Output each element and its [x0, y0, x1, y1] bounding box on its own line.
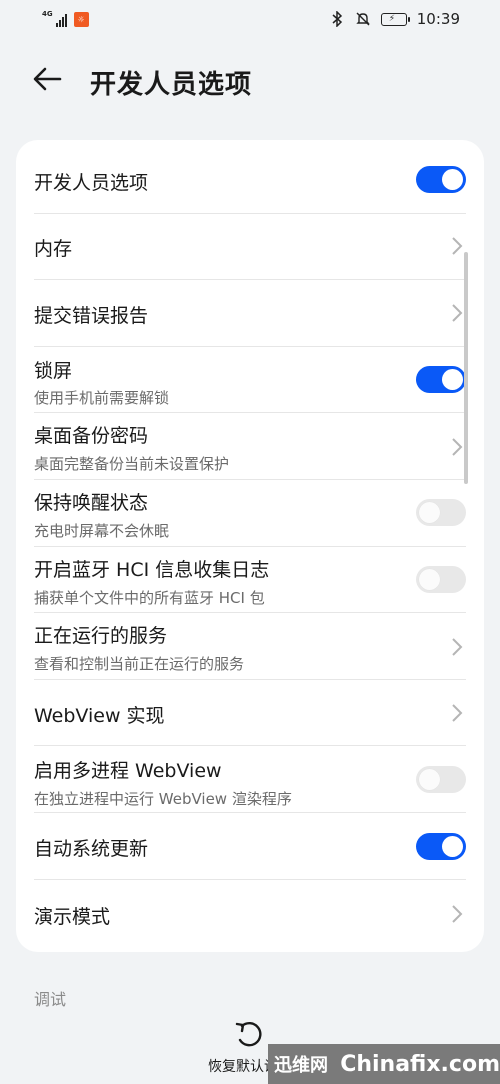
notification-app-icon: ☼: [73, 12, 89, 27]
scrollbar[interactable]: [464, 252, 468, 484]
setting-subtitle: 桌面完整备份当前未设置保护: [34, 455, 230, 473]
developer-options-switch[interactable]: [416, 166, 466, 193]
bluetooth-icon: [332, 11, 342, 27]
mute-bell-icon: [356, 12, 370, 26]
setting-subtitle: 捕获单个文件中的所有蓝牙 HCI 包: [34, 589, 265, 607]
watermark-en: Chinafix.com: [340, 1051, 500, 1077]
battery-icon: ⚡: [380, 12, 410, 26]
back-arrow-icon: [33, 67, 62, 91]
setting-title: 保持唤醒状态: [34, 492, 149, 514]
status-bar: 4G ☼ ⚡ 10:39: [0, 0, 500, 40]
page-title: 开发人员选项: [90, 70, 253, 100]
setting-bug-report[interactable]: 提交错误报告: [16, 280, 484, 347]
status-bar-left: 4G ☼: [42, 11, 89, 27]
network-type: 4G: [42, 10, 53, 18]
screen-lock-switch[interactable]: [416, 366, 466, 393]
setting-developer-options[interactable]: 开发人员选项: [16, 140, 484, 214]
restore-icon: [235, 1022, 262, 1047]
setting-title: 桌面备份密码: [34, 425, 149, 447]
setting-title: 开发人员选项: [34, 172, 149, 194]
title-bar: 开发人员选项: [0, 52, 500, 108]
section-header-debug: 调试: [34, 990, 67, 1009]
setting-screen-lock[interactable]: 锁屏 使用手机前需要解锁: [16, 347, 484, 413]
setting-multiprocess-webview[interactable]: 启用多进程 WebView 在独立进程中运行 WebView 渲染程序: [16, 746, 484, 813]
setting-subtitle: 充电时屏幕不会休眠: [34, 522, 170, 540]
setting-title: WebView 实现: [34, 705, 165, 727]
setting-webview-implementation[interactable]: WebView 实现: [16, 680, 484, 746]
chevron-right-icon: [452, 304, 463, 322]
setting-desktop-backup-password[interactable]: 桌面备份密码 桌面完整备份当前未设置保护: [16, 413, 484, 480]
setting-running-services[interactable]: 正在运行的服务 查看和控制当前正在运行的服务: [16, 613, 484, 680]
status-time: 10:39: [416, 10, 460, 28]
setting-subtitle: 查看和控制当前正在运行的服务: [34, 655, 245, 673]
signal-icon: [55, 14, 67, 27]
chevron-right-icon: [452, 438, 463, 456]
auto-system-update-switch[interactable]: [416, 833, 466, 860]
setting-title: 演示模式: [34, 906, 111, 928]
watermark-cn: 迅维网: [274, 1055, 328, 1076]
setting-demo-mode[interactable]: 演示模式: [16, 880, 484, 952]
watermark: 迅维网 Chinafix.com: [268, 1044, 500, 1084]
setting-title: 开启蓝牙 HCI 信息收集日志: [34, 559, 270, 581]
setting-title: 自动系统更新: [34, 838, 149, 860]
setting-title: 提交错误报告: [34, 305, 149, 327]
status-bar-right: ⚡ 10:39: [329, 10, 460, 28]
settings-card: 开发人员选项 内存 提交错误报告 锁屏 使用手机前需要解锁 桌面备份密码 桌面完…: [16, 140, 484, 952]
stay-awake-switch[interactable]: [416, 499, 466, 526]
setting-auto-system-update[interactable]: 自动系统更新: [16, 813, 484, 880]
setting-subtitle: 在独立进程中运行 WebView 渲染程序: [34, 790, 292, 808]
bluetooth-hci-log-switch[interactable]: [416, 566, 466, 593]
chevron-right-icon: [452, 237, 463, 255]
chevron-right-icon: [452, 905, 463, 923]
back-button[interactable]: [30, 64, 70, 96]
multiprocess-webview-switch[interactable]: [416, 766, 466, 793]
setting-memory[interactable]: 内存: [16, 214, 484, 280]
chevron-right-icon: [452, 638, 463, 656]
setting-bluetooth-hci-log[interactable]: 开启蓝牙 HCI 信息收集日志 捕获单个文件中的所有蓝牙 HCI 包: [16, 547, 484, 613]
setting-title: 锁屏: [34, 360, 73, 382]
setting-title: 内存: [34, 238, 73, 260]
setting-title: 正在运行的服务: [34, 625, 168, 647]
setting-subtitle: 使用手机前需要解锁: [34, 389, 170, 407]
chevron-right-icon: [452, 704, 463, 722]
setting-stay-awake[interactable]: 保持唤醒状态 充电时屏幕不会休眠: [16, 480, 484, 547]
setting-title: 启用多进程 WebView: [34, 760, 222, 782]
